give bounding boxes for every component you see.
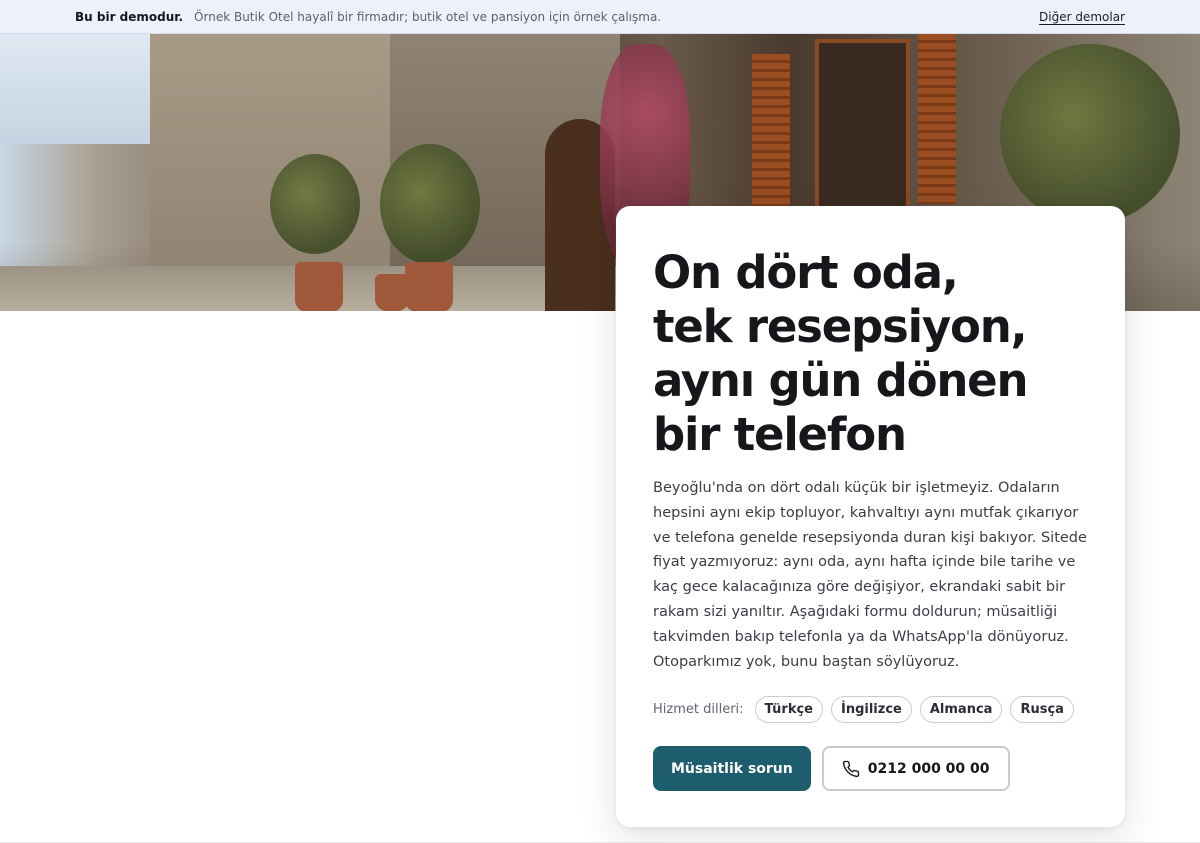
language-chip-turkish: Türkçe bbox=[754, 696, 823, 724]
demo-banner-note: Örnek Butik Otel hayalî bir firmadır; bu… bbox=[194, 9, 662, 24]
languages-label: Hizmet dilleri: bbox=[653, 702, 744, 718]
hero-tree bbox=[1000, 44, 1180, 224]
demo-banner: Bu bir demodur. Örnek Butik Otel hayalî … bbox=[0, 0, 1200, 34]
hero-planter bbox=[295, 262, 343, 311]
title-line: bir telefon bbox=[653, 408, 907, 461]
intro-text: Beyoğlu'nda on dört odalı küçük bir işle… bbox=[653, 480, 1087, 670]
demo-banner-label: Bu bir demodur. bbox=[75, 9, 184, 24]
hero-tree bbox=[270, 154, 360, 254]
service-languages: Hizmet dilleri: Türkçe İngilizce Almanca… bbox=[653, 696, 1088, 724]
hero-tree bbox=[380, 144, 480, 264]
hero-actions: Müsaitlik sorun 0212 000 00 00 bbox=[653, 746, 1088, 792]
hero-planter bbox=[405, 262, 453, 311]
language-chip-english: İngilizce bbox=[831, 696, 912, 724]
language-chip-russian: Rusça bbox=[1010, 696, 1074, 724]
hero-planter bbox=[375, 274, 409, 311]
hero-card: On dört oda, tek resepsiyon, aynı gün dö… bbox=[616, 206, 1125, 827]
title-line: On dört oda, bbox=[653, 246, 959, 299]
call-phone-button[interactable]: 0212 000 00 00 bbox=[821, 746, 1010, 792]
ask-availability-button[interactable]: Müsaitlik sorun bbox=[653, 746, 811, 792]
hero-sky bbox=[0, 34, 160, 144]
title-line: aynı gün dönen bbox=[653, 354, 1029, 407]
hero-shutter bbox=[752, 54, 790, 224]
other-demos-link[interactable]: Diğer demolar bbox=[1039, 10, 1125, 24]
hero-shutter bbox=[918, 34, 956, 204]
phone-number: 0212 000 00 00 bbox=[867, 760, 990, 777]
title-line: tek resepsiyon, bbox=[653, 300, 1028, 353]
language-chip-german: Almanca bbox=[919, 696, 1003, 724]
page-title: On dört oda, tek resepsiyon, aynı gün dö… bbox=[653, 246, 1088, 462]
phone-icon bbox=[842, 760, 859, 777]
